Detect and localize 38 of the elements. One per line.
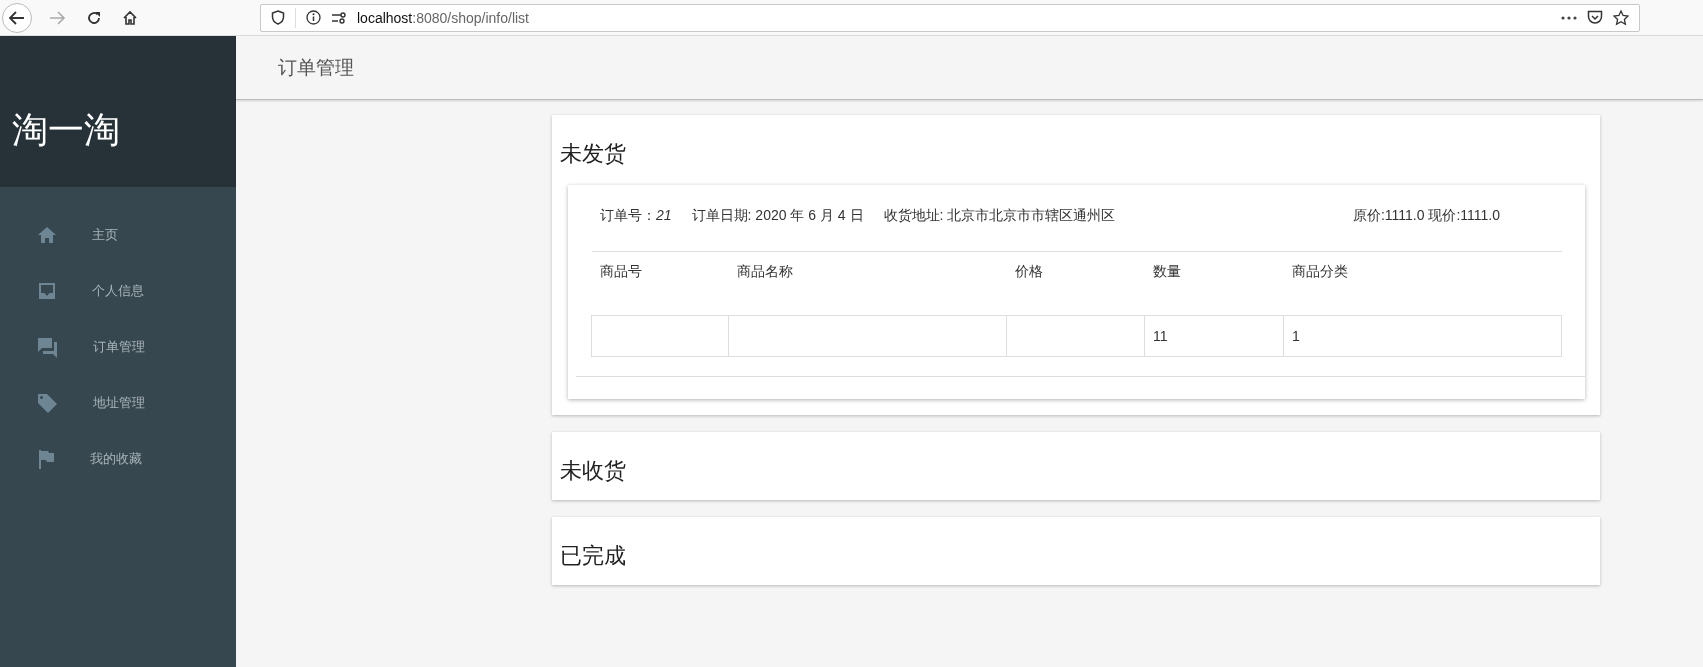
sidebar-item[interactable]: 我的收藏 xyxy=(0,431,236,487)
table-cell: 11 xyxy=(1144,315,1284,357)
back-arrow-icon xyxy=(8,8,26,27)
tag-icon xyxy=(37,392,58,414)
column-header: 商品号 xyxy=(591,251,729,316)
sidebar-item[interactable]: 主页 xyxy=(0,207,236,263)
inbox-icon xyxy=(37,281,57,301)
info-icon[interactable] xyxy=(306,10,321,25)
home-icon[interactable] xyxy=(122,9,138,26)
section-title: 未发货 xyxy=(560,140,627,168)
url-text: localhost:8080/shop/info/list xyxy=(357,9,529,26)
section-title: 未收货 xyxy=(560,457,627,485)
order-prices: 原价:1111.0 现价:1111.0 xyxy=(1352,207,1500,225)
shield-icon[interactable] xyxy=(271,10,285,25)
page-title: 订单管理 xyxy=(278,55,354,80)
permissions-icon[interactable] xyxy=(331,10,347,25)
flag-icon xyxy=(37,449,55,469)
back-button[interactable] xyxy=(2,2,32,33)
chat-icon xyxy=(37,336,58,358)
sidebar-item[interactable]: 地址管理 xyxy=(0,375,236,431)
table-cell: 1 xyxy=(1283,315,1562,357)
star-icon[interactable] xyxy=(1613,9,1629,26)
section-title: 已完成 xyxy=(560,542,627,570)
column-header: 商品分类 xyxy=(1283,251,1562,316)
shipping-address: 收货地址: 北京市北京市市辖区通州区 xyxy=(883,207,1116,225)
sidebar-item[interactable]: 个人信息 xyxy=(0,263,236,319)
column-header: 数量 xyxy=(1144,251,1284,316)
column-header: 价格 xyxy=(1006,251,1145,316)
order-date: 订单日期: 2020 年 6 月 4 日 xyxy=(691,207,864,225)
pocket-icon[interactable] xyxy=(1587,10,1603,25)
order-number: 订单号：21 xyxy=(600,207,672,225)
column-header: 商品名称 xyxy=(728,251,1007,316)
home-icon xyxy=(37,226,57,244)
sidebar-item[interactable]: 订单管理 xyxy=(0,319,236,375)
reload-icon[interactable] xyxy=(86,9,102,26)
logo-text: 淘一淘 xyxy=(12,108,120,152)
address-bar[interactable]: localhost:8080/shop/info/list xyxy=(260,3,1640,32)
more-icon[interactable] xyxy=(1561,15,1577,20)
